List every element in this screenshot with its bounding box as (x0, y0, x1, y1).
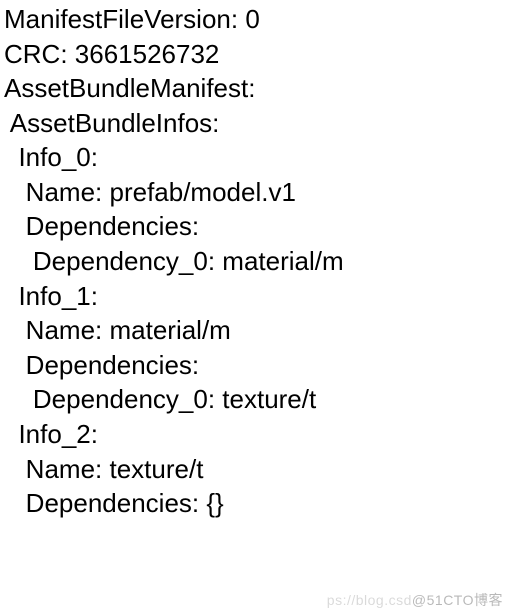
line-info1-dep0: Dependency_0: texture/t (33, 384, 316, 414)
line-info2-deps: Dependencies: {} (26, 488, 224, 518)
line-info1-deps: Dependencies: (26, 350, 199, 380)
line-manifest-version: ManifestFileVersion: 0 (4, 4, 260, 34)
line-info0: Info_0: (18, 142, 98, 172)
line-abi: AssetBundleInfos: (10, 108, 220, 138)
line-info1-name: Name: material/m (26, 315, 231, 345)
line-info1: Info_1: (18, 281, 98, 311)
line-info0-deps: Dependencies: (26, 211, 199, 241)
line-info2: Info_2: (18, 419, 98, 449)
line-abm: AssetBundleManifest: (4, 73, 255, 103)
line-info0-dep0: Dependency_0: material/m (33, 246, 344, 276)
line-info2-name: Name: texture/t (26, 454, 204, 484)
watermark: ps://blog.csd@51CTO博客 (327, 591, 503, 610)
line-crc: CRC: 3661526732 (4, 39, 219, 69)
line-info0-name: Name: prefab/model.v1 (26, 177, 296, 207)
manifest-text-block: ManifestFileVersion: 0 CRC: 3661526732 A… (0, 0, 509, 521)
